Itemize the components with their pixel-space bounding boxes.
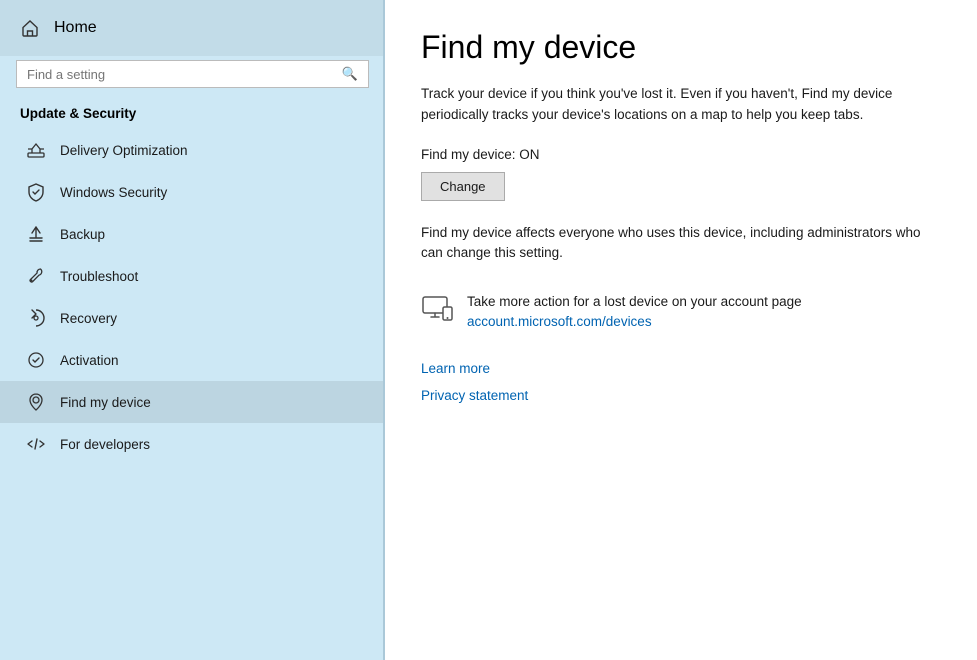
nav-item-windows-security[interactable]: Windows Security: [0, 171, 385, 213]
shield-icon: [26, 182, 46, 202]
nav-item-backup[interactable]: Backup: [0, 213, 385, 255]
delivery-optimization-icon: [26, 140, 46, 160]
home-label: Home: [54, 19, 97, 37]
nav-item-delivery-optimization[interactable]: Delivery Optimization: [0, 129, 385, 171]
nav-item-for-developers[interactable]: For developers: [0, 423, 385, 465]
activation-icon: [26, 350, 46, 370]
nav-item-find-my-device[interactable]: Find my device: [0, 381, 385, 423]
nav-item-recovery[interactable]: Recovery: [0, 297, 385, 339]
main-content: Find my device Track your device if you …: [385, 0, 977, 660]
change-button[interactable]: Change: [421, 172, 505, 201]
account-action-text: Take more action for a lost device on yo…: [467, 291, 802, 313]
device-status: Find my device: ON: [421, 147, 941, 162]
sidebar-item-home[interactable]: Home: [0, 0, 385, 56]
section-title: Update & Security: [0, 100, 385, 129]
account-devices-icon: [421, 293, 453, 325]
search-icon[interactable]: 🔍: [342, 66, 358, 82]
find-device-icon: [26, 392, 46, 412]
nav-label: Backup: [60, 227, 105, 242]
nav-item-troubleshoot[interactable]: Troubleshoot: [0, 255, 385, 297]
description-text: Track your device if you think you've lo…: [421, 84, 941, 125]
nav-label: Activation: [60, 353, 119, 368]
account-link[interactable]: account.microsoft.com/devices: [467, 314, 652, 329]
nav-label: Find my device: [60, 395, 151, 410]
search-input[interactable]: [27, 67, 342, 82]
account-text-block: Take more action for a lost device on yo…: [467, 291, 802, 331]
recovery-icon: [26, 308, 46, 328]
privacy-statement-link[interactable]: Privacy statement: [421, 388, 941, 403]
nav-label: For developers: [60, 437, 150, 452]
developers-icon: [26, 434, 46, 454]
search-box[interactable]: 🔍: [16, 60, 369, 88]
wrench-icon: [26, 266, 46, 286]
nav-label: Troubleshoot: [60, 269, 138, 284]
page-title: Find my device: [421, 28, 941, 66]
affect-text: Find my device affects everyone who uses…: [421, 223, 941, 264]
backup-icon: [26, 224, 46, 244]
account-section: Take more action for a lost device on yo…: [421, 291, 941, 331]
sidebar-border: [383, 0, 385, 660]
nav-label: Delivery Optimization: [60, 143, 188, 158]
nav-item-activation[interactable]: Activation: [0, 339, 385, 381]
learn-more-link[interactable]: Learn more: [421, 361, 941, 376]
nav-label: Recovery: [60, 311, 117, 326]
sidebar: Home 🔍 Update & Security Delivery Optimi…: [0, 0, 385, 660]
home-icon: [20, 18, 40, 38]
footer-links: Learn more Privacy statement: [421, 361, 941, 403]
nav-label: Windows Security: [60, 185, 167, 200]
